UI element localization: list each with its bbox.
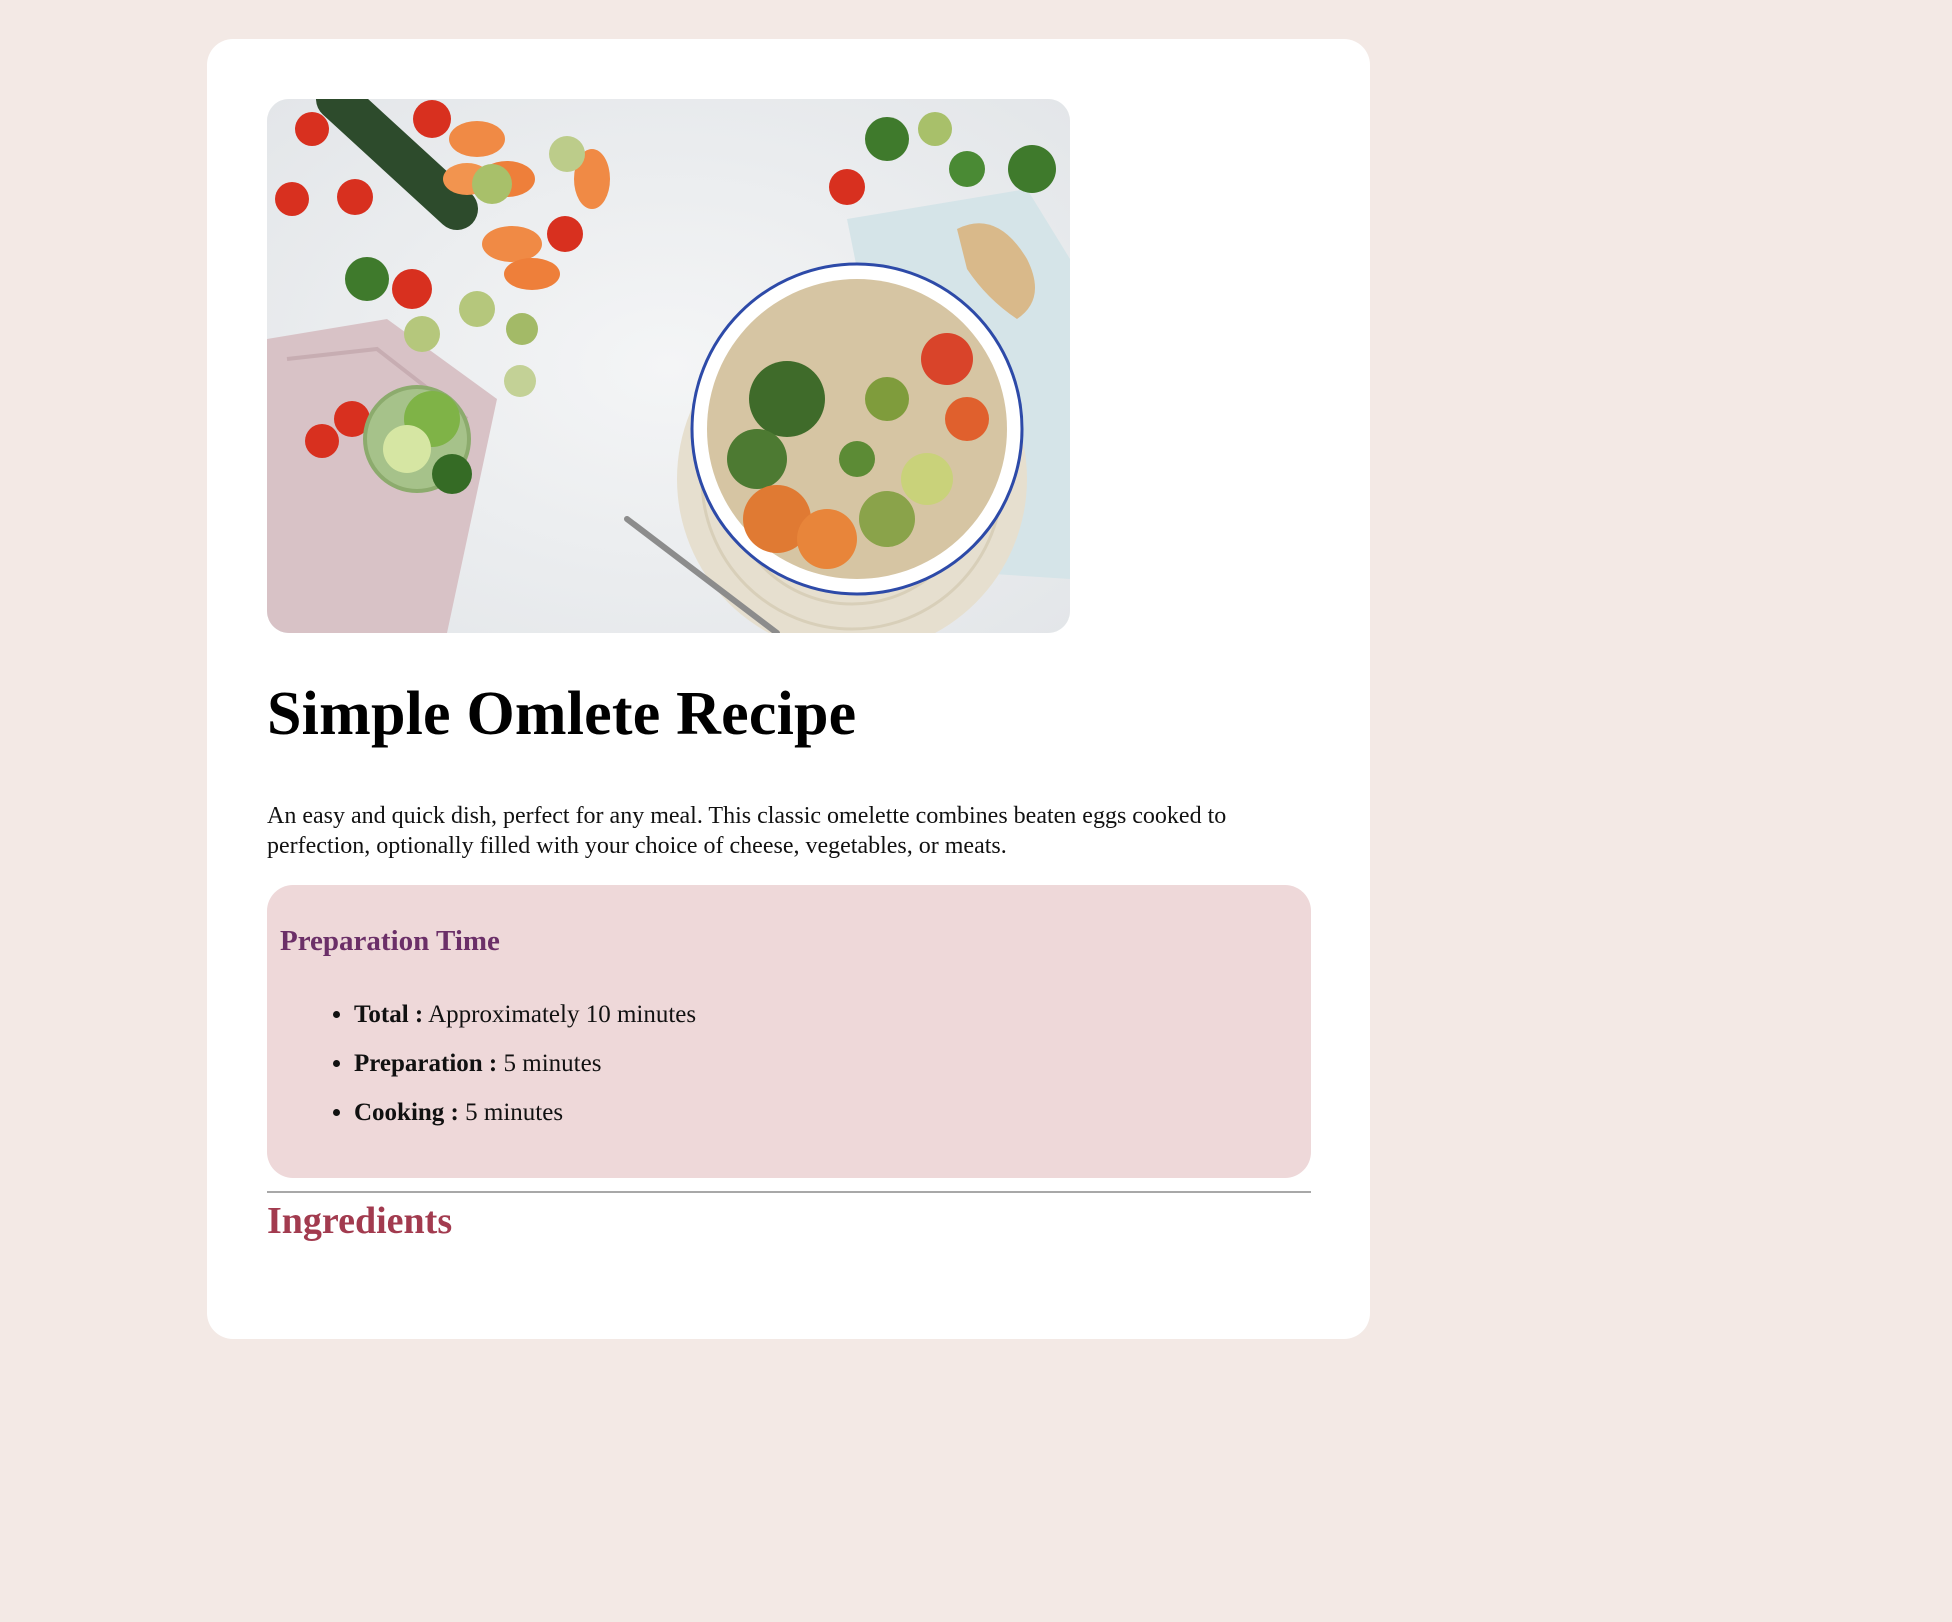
page-title: Simple Omlete Recipe	[267, 680, 857, 748]
item-label: Total :	[354, 1001, 424, 1028]
preparation-time-box: Preparation Time Total : Approximately 1…	[267, 885, 1311, 1178]
ingredients-heading: Ingredients	[267, 1200, 453, 1242]
recipe-description: An easy and quick dish, perfect for any …	[267, 803, 1227, 859]
item-value: Approximately 10 minutes	[423, 1001, 697, 1028]
list-item: Preparation : 5 minutes	[354, 1048, 696, 1097]
recipe-card: Simple Omlete Recipe An easy and quick d…	[207, 39, 1370, 1339]
item-value: 5 minutes	[458, 1099, 564, 1126]
preparation-list: Total : Approximately 10 minutes Prepara…	[267, 999, 696, 1146]
hero-image	[267, 99, 1070, 633]
item-value: 5 minutes	[497, 1050, 602, 1077]
list-item: Total : Approximately 10 minutes	[354, 999, 696, 1048]
divider	[267, 1191, 1311, 1193]
list-item: Cooking : 5 minutes	[354, 1097, 696, 1146]
item-label: Preparation :	[354, 1050, 498, 1077]
preparation-heading: Preparation Time	[280, 925, 500, 957]
food-bowl-photo-icon	[267, 99, 1070, 633]
item-label: Cooking :	[354, 1099, 459, 1126]
